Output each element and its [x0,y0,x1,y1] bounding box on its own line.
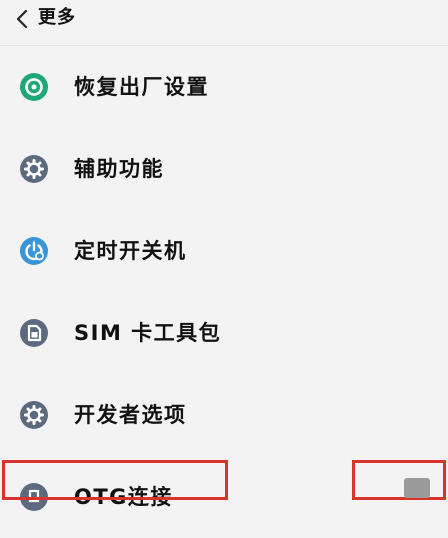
settings-item-label: SIM 卡工具包 [74,321,222,345]
highlight-box-otg-label [2,460,228,500]
settings-item-sim-toolkit[interactable]: SIM 卡工具包 [0,292,448,374]
top-bar: 更多 [0,0,448,44]
gear-icon [19,154,49,184]
gear-icon [19,400,49,430]
settings-item-label: 开发者选项 [74,403,187,427]
page-title: 更多 [38,7,76,28]
chevron-left-icon [16,9,28,29]
timer-power-icon [19,236,49,266]
settings-item-label: 恢复出厂设置 [74,75,209,99]
highlight-box-otg-toggle [352,460,446,500]
settings-item-factory-reset[interactable]: 恢复出厂设置 [0,46,448,128]
factory-reset-icon [19,72,49,102]
otg-toggle[interactable] [404,478,430,498]
settings-item-scheduled-power[interactable]: 定时开关机 [0,210,448,292]
settings-item-label: 定时开关机 [74,239,187,263]
back-button[interactable] [10,7,34,31]
sim-card-icon [19,318,49,348]
settings-item-developer-options[interactable]: 开发者选项 [0,374,448,456]
settings-item-label: 辅助功能 [74,157,164,181]
settings-item-accessibility[interactable]: 辅助功能 [0,128,448,210]
